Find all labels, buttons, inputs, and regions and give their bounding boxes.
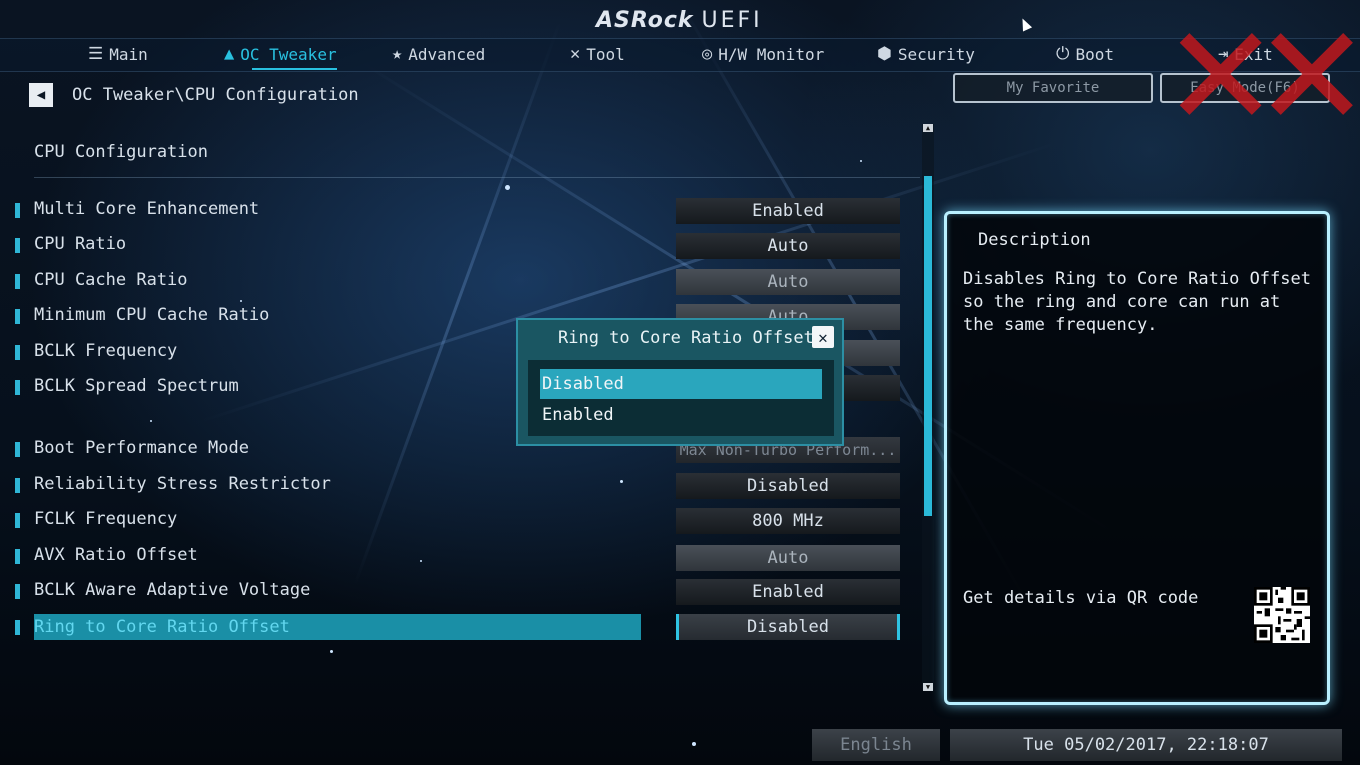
asrock-uefi-logo: ASRock UEFI bbox=[596, 8, 763, 33]
tab-boot[interactable]: ⏻ Boot bbox=[1056, 42, 1114, 66]
setting-cpu-ratio[interactable]: CPU Ratio bbox=[34, 234, 126, 254]
tab-label: Advanced bbox=[408, 44, 486, 64]
tab-security[interactable]: ⬢ Security bbox=[877, 42, 975, 66]
setting-avx-ratio-offset[interactable]: AVX Ratio Offset bbox=[34, 545, 198, 565]
row-marker bbox=[15, 620, 20, 635]
row-marker bbox=[15, 274, 20, 289]
power-icon: ⏻ bbox=[1056, 44, 1070, 64]
setting-value-avx-ratio-offset[interactable]: Auto bbox=[676, 545, 900, 571]
brand-name: ASRock bbox=[596, 8, 694, 33]
shield-icon: ⬢ bbox=[877, 44, 892, 64]
star-icon: ★ bbox=[392, 44, 403, 64]
chevron-left-icon: ◀ bbox=[36, 87, 46, 103]
description-text: Disables Ring to Core Ratio Offset so th… bbox=[963, 269, 1311, 335]
tab-hw-monitor[interactable]: ◎ H/W Monitor bbox=[702, 42, 824, 66]
row-marker bbox=[15, 549, 20, 564]
flame-icon: ▲ bbox=[224, 44, 235, 64]
tab-label: OC Tweaker bbox=[240, 44, 337, 64]
qr-code-icon bbox=[1254, 587, 1310, 643]
list-icon: ☰ bbox=[88, 44, 104, 64]
setting-minimum-cpu-cache-ratio[interactable]: Minimum CPU Cache Ratio bbox=[34, 305, 269, 325]
product-name: UEFI bbox=[701, 8, 763, 33]
setting-ring-to-core-ratio-offset[interactable]: Ring to Core Ratio Offset bbox=[34, 614, 641, 640]
scrollbar-thumb[interactable] bbox=[924, 176, 932, 516]
tab-main[interactable]: ☰ Main bbox=[88, 42, 148, 66]
tab-label: Security bbox=[897, 44, 975, 64]
tab-label: H/W Monitor bbox=[718, 44, 825, 64]
my-favorite-button[interactable]: My Favorite bbox=[953, 73, 1153, 103]
popup-option-disabled[interactable]: Disabled bbox=[540, 369, 822, 399]
scroll-down-arrow-icon[interactable]: ▼ bbox=[923, 683, 933, 691]
setting-value-reliability-stress-restrictor[interactable]: Disabled bbox=[676, 473, 900, 499]
monitor-icon: ◎ bbox=[702, 44, 713, 64]
close-icon[interactable]: ✕ bbox=[812, 326, 834, 348]
breadcrumb: OC Tweaker\CPU Configuration bbox=[72, 85, 359, 105]
section-title: CPU Configuration bbox=[34, 142, 208, 162]
back-button[interactable]: ◀ bbox=[29, 83, 53, 107]
qr-code-label: Get details via QR code bbox=[963, 588, 1199, 608]
row-marker bbox=[15, 345, 20, 360]
setting-bclk-aware-adaptive-voltage[interactable]: BCLK Aware Adaptive Voltage bbox=[34, 580, 310, 600]
popup-options-list: Disabled Enabled bbox=[528, 360, 834, 436]
tab-advanced[interactable]: ★ Advanced bbox=[392, 42, 485, 66]
description-title: Description bbox=[978, 230, 1091, 250]
setting-value-fclk-frequency[interactable]: 800 MHz bbox=[676, 508, 900, 534]
setting-value-bclk-aware-adaptive-voltage[interactable]: Enabled bbox=[676, 579, 900, 605]
row-marker bbox=[15, 442, 20, 457]
watermark-logo: ✕✕ bbox=[1162, 0, 1360, 159]
setting-fclk-frequency[interactable]: FCLK Frequency bbox=[34, 509, 177, 529]
setting-value-multi-core-enhancement[interactable]: Enabled bbox=[676, 198, 900, 224]
tab-oc-tweaker[interactable]: ▲ OC Tweaker bbox=[224, 42, 337, 70]
setting-label: Ring to Core Ratio Offset bbox=[34, 617, 290, 637]
tab-tool[interactable]: ✕ Tool bbox=[570, 42, 625, 66]
tab-label: Boot bbox=[1075, 44, 1114, 64]
top-navigation-bar bbox=[0, 38, 1360, 72]
popup-option-enabled[interactable]: Enabled bbox=[540, 400, 822, 430]
row-marker bbox=[15, 309, 20, 324]
setting-cpu-cache-ratio[interactable]: CPU Cache Ratio bbox=[34, 270, 188, 290]
setting-value-cpu-cache-ratio[interactable]: Auto bbox=[676, 269, 900, 295]
setting-boot-performance-mode[interactable]: Boot Performance Mode bbox=[34, 438, 249, 458]
tab-label: Main bbox=[109, 44, 148, 64]
setting-bclk-frequency[interactable]: BCLK Frequency bbox=[34, 341, 177, 361]
setting-multi-core-enhancement[interactable]: Multi Core Enhancement bbox=[34, 199, 259, 219]
popup-title: Ring to Core Ratio Offset bbox=[558, 328, 814, 348]
divider bbox=[34, 177, 920, 178]
row-marker bbox=[15, 203, 20, 218]
row-marker bbox=[15, 478, 20, 493]
tools-icon: ✕ bbox=[570, 44, 581, 64]
row-marker bbox=[15, 238, 20, 253]
setting-value-ring-to-core-ratio-offset[interactable]: Disabled bbox=[676, 614, 900, 640]
scroll-up-arrow-icon[interactable]: ▲ bbox=[923, 124, 933, 132]
row-marker bbox=[15, 513, 20, 528]
option-popup-dialog: Ring to Core Ratio Offset ✕ Disabled Ena… bbox=[516, 318, 844, 446]
setting-reliability-stress-restrictor[interactable]: Reliability Stress Restrictor bbox=[34, 474, 331, 494]
setting-bclk-spread-spectrum[interactable]: BCLK Spread Spectrum bbox=[34, 376, 239, 396]
setting-value-cpu-ratio[interactable]: Auto bbox=[676, 233, 900, 259]
language-button[interactable]: English bbox=[812, 729, 940, 761]
row-marker bbox=[15, 380, 20, 395]
datetime-display: Tue 05/02/2017, 22:18:07 bbox=[950, 729, 1342, 761]
row-marker bbox=[15, 584, 20, 599]
tab-label: Tool bbox=[586, 44, 625, 64]
